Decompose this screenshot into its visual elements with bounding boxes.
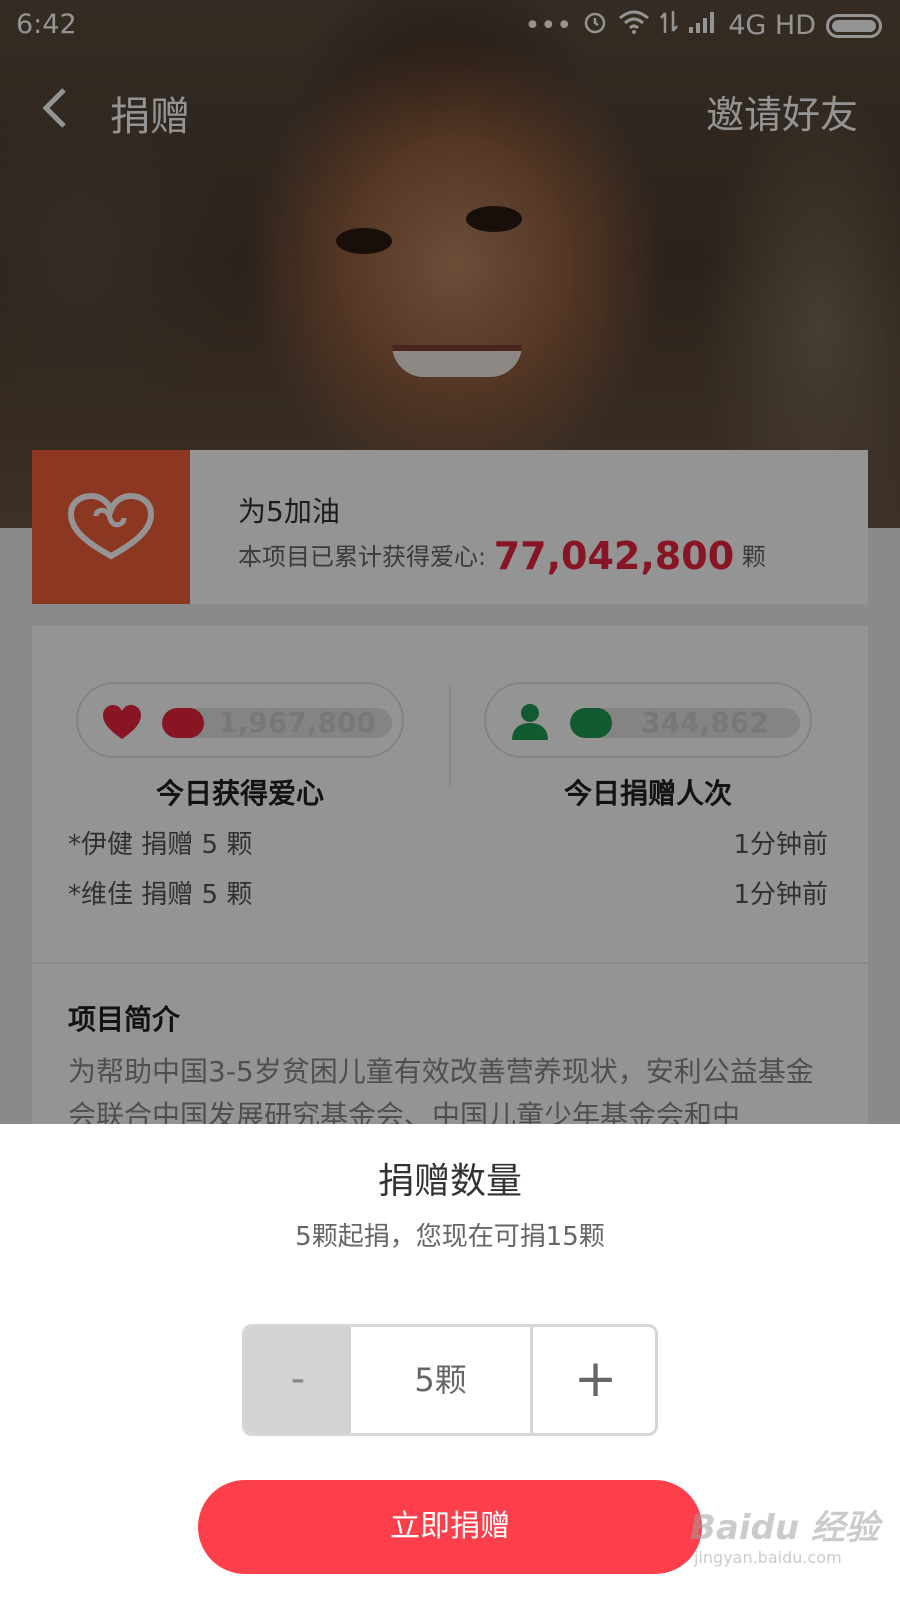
decrease-button[interactable]: - (245, 1327, 351, 1433)
donate-now-button[interactable]: 立即捐赠 (198, 1480, 702, 1574)
watermark-logo-text: Baidu 经验 (690, 1508, 879, 1548)
watermark-url: jingyan.baidu.com (694, 1548, 842, 1567)
sheet-title: 捐赠数量 (377, 1161, 522, 1202)
quantity-value[interactable]: 5颗 (351, 1327, 533, 1433)
increase-button[interactable]: + (536, 1327, 655, 1433)
modal-backdrop[interactable] (0, 0, 900, 1124)
baidu-watermark: Baidu 经验 jingyan.baidu.com (690, 1500, 879, 1580)
quantity-stepper: - 5颗 + (242, 1324, 658, 1436)
sheet-subtitle: 5颗起捐，您现在可捐15颗 (295, 1222, 605, 1252)
